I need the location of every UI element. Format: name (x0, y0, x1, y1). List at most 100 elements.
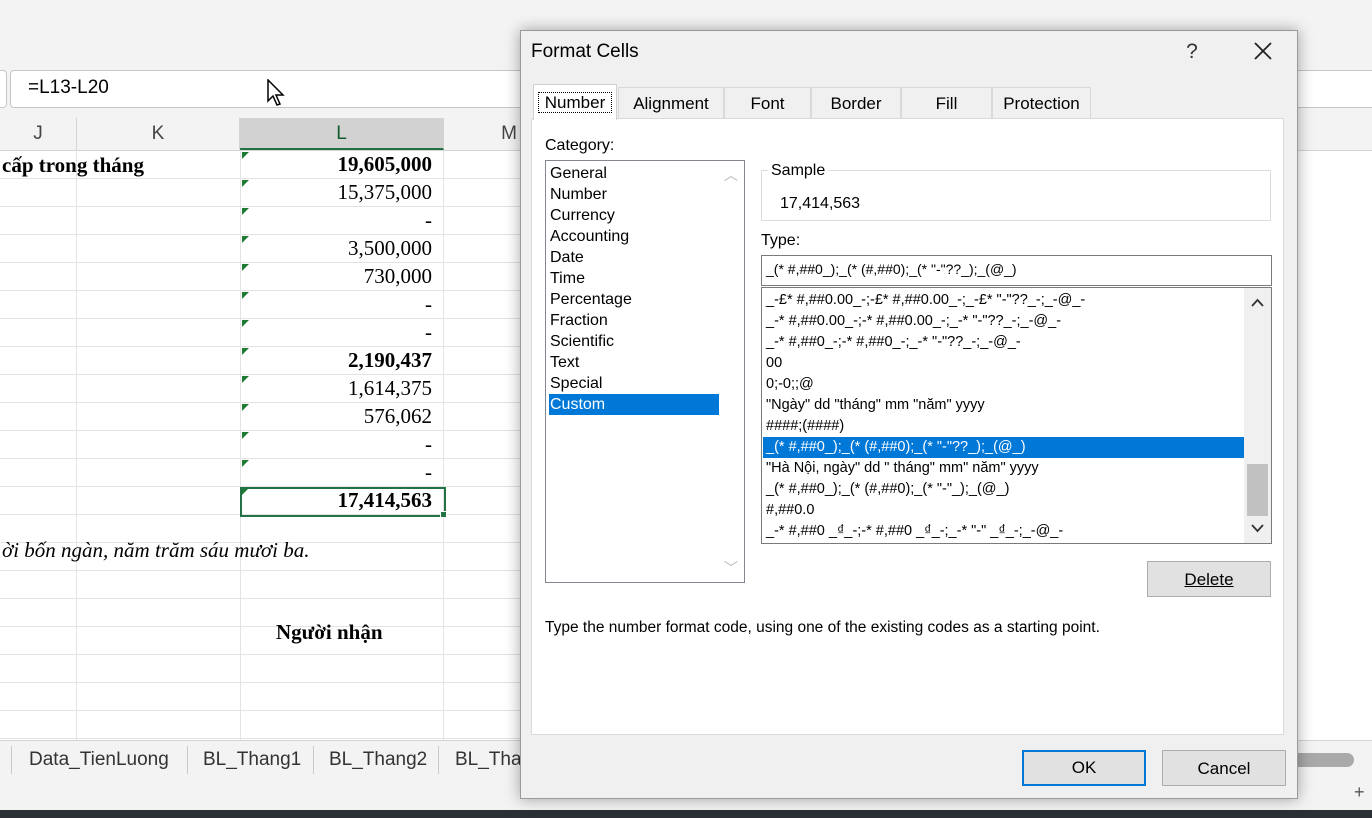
format-code-item[interactable]: ####;(####) (763, 416, 1244, 437)
tab-border[interactable]: Border (811, 87, 901, 118)
error-indicator-icon[interactable] (242, 320, 249, 327)
column-header-j[interactable]: J (0, 118, 77, 150)
error-indicator-icon[interactable] (242, 152, 249, 159)
gridline (0, 626, 520, 627)
gridline (443, 150, 444, 740)
gridline (0, 710, 520, 711)
error-indicator-icon[interactable] (242, 460, 249, 467)
format-code-item[interactable]: _(* #,##0_);_(* (#,##0);_(* "-"_);_(@_) (763, 479, 1244, 500)
tab-font[interactable]: Font (724, 87, 811, 118)
category-item-text[interactable]: Text (549, 352, 719, 373)
tab-number[interactable]: Number (533, 84, 617, 120)
gridline (0, 570, 520, 571)
sample-label: Sample (768, 162, 829, 180)
value-cell[interactable]: - (425, 320, 432, 345)
fill-handle[interactable] (440, 511, 447, 518)
tab-separator (11, 746, 12, 774)
amount-in-words: ời bốn ngàn, năm trăm sáu mươi ba. (2, 538, 310, 562)
category-item-fraction[interactable]: Fraction (549, 310, 719, 331)
row-heading-cell: cấp trong tháng (2, 153, 144, 177)
formula-text: =L13-L20 (28, 77, 109, 98)
sheet-tab-bl-thang1[interactable]: BL_Thang1 (203, 746, 301, 774)
value-cell[interactable]: 19,605,000 (338, 152, 433, 177)
tab-fill[interactable]: Fill (901, 87, 992, 118)
receiver-label: Người nhận (276, 620, 383, 644)
horizontal-scrollbar-thumb[interactable] (1290, 753, 1354, 767)
category-item-general[interactable]: General (549, 163, 719, 184)
category-label: Category: (545, 137, 615, 154)
error-indicator-icon[interactable] (242, 264, 249, 271)
zoom-in-icon[interactable]: + (1354, 782, 1365, 803)
format-code-item[interactable]: #,##0.0 (763, 500, 1244, 521)
format-code-item[interactable]: 00 (763, 353, 1244, 374)
value-cell[interactable]: 3,500,000 (348, 236, 432, 261)
tab-number-label: Number (537, 92, 613, 113)
dialog-title: Format Cells (531, 41, 639, 62)
tab-protection[interactable]: Protection (992, 87, 1091, 118)
error-indicator-icon[interactable] (242, 432, 249, 439)
sheet-tab-data-tienluong[interactable]: Data_TienLuong (29, 746, 169, 774)
category-item-accounting[interactable]: Accounting (549, 226, 719, 247)
category-item-percentage[interactable]: Percentage (549, 289, 719, 310)
value-cell[interactable]: 576,062 (364, 404, 432, 429)
delete-button-label: Delete (1184, 570, 1234, 589)
error-indicator-icon[interactable] (242, 348, 249, 355)
error-indicator-icon[interactable] (242, 208, 249, 215)
error-indicator-icon[interactable] (242, 292, 249, 299)
category-item-custom[interactable]: Custom (549, 394, 719, 415)
category-item-currency[interactable]: Currency (549, 205, 719, 226)
format-list-scroll-thumb[interactable] (1247, 464, 1268, 516)
taskbar (0, 810, 1372, 818)
mouse-pointer-icon (267, 79, 285, 106)
gridline (0, 290, 520, 291)
cancel-button[interactable]: Cancel (1162, 750, 1286, 786)
value-cell[interactable]: - (425, 208, 432, 233)
gridline (0, 262, 520, 263)
error-indicator-icon[interactable] (242, 404, 249, 411)
value-cell[interactable]: 15,375,000 (338, 180, 433, 205)
tab-alignment[interactable]: Alignment (618, 87, 724, 118)
value-cell[interactable]: - (425, 432, 432, 457)
name-box-edge[interactable] (0, 70, 7, 108)
category-scroll-down-icon[interactable]: ﹀ (722, 558, 740, 578)
format-code-item[interactable]: _-* #,##0 _₫_-;-* #,##0 _₫_-;_-* "-" _₫_… (763, 521, 1244, 542)
error-indicator-icon[interactable] (242, 236, 249, 243)
format-code-item[interactable]: "Ngày" dd "tháng" mm "năm" yyyy (763, 395, 1244, 416)
sheet-tab-bl-thang2[interactable]: BL_Thang2 (329, 746, 427, 774)
format-code-item[interactable]: _-* #,##0.00_-;-* #,##0.00_-;_-* "-"??_-… (763, 311, 1244, 332)
error-indicator-icon[interactable] (242, 376, 249, 383)
category-item-date[interactable]: Date (549, 247, 719, 268)
error-indicator-icon[interactable] (242, 180, 249, 187)
format-code-item[interactable]: _(* #,##0_);_(* (#,##0);_(* "-"??_);_(@_… (763, 437, 1244, 458)
format-code-item[interactable]: _-* #,##0_-;-* #,##0_-;_-* "-"??_-;_-@_- (763, 332, 1244, 353)
tab-separator (438, 746, 439, 774)
format-code-item[interactable]: "Hà Nội, ngày" dd " tháng" mm" năm" yyyy (763, 458, 1244, 479)
close-icon[interactable] (1246, 34, 1280, 68)
format-code-item[interactable]: _-£* #,##0.00_-;-£* #,##0.00_-;_-£* "-"?… (763, 290, 1244, 311)
ok-button[interactable]: OK (1022, 750, 1146, 786)
gridline (0, 598, 520, 599)
value-cell[interactable]: 2,190,437 (348, 348, 432, 373)
gridline (0, 430, 520, 431)
help-icon[interactable]: ? (1180, 38, 1204, 66)
active-cell-border[interactable] (240, 487, 446, 517)
delete-button[interactable]: Delete (1147, 561, 1271, 597)
gridline (0, 234, 520, 235)
category-item-scientific[interactable]: Scientific (549, 331, 719, 352)
column-header-k[interactable]: K (77, 118, 240, 150)
format-scroll-down-icon[interactable] (1244, 517, 1271, 539)
category-item-special[interactable]: Special (549, 373, 719, 394)
category-item-number[interactable]: Number (549, 184, 719, 205)
category-scroll-up-icon[interactable]: ︿ (722, 165, 740, 185)
value-cell[interactable]: 1,614,375 (348, 376, 432, 401)
column-header-l[interactable]: L (240, 118, 444, 150)
value-cell[interactable]: - (425, 292, 432, 317)
format-scroll-up-icon[interactable] (1244, 292, 1271, 314)
format-hint-text: Type the number format code, using one o… (545, 619, 1100, 636)
value-cell[interactable]: - (425, 460, 432, 485)
sample-value: 17,414,563 (780, 195, 861, 212)
type-input-value: _(* #,##0_);_(* (#,##0);_(* "-"??_);_(@_… (766, 261, 1017, 277)
category-item-time[interactable]: Time (549, 268, 719, 289)
format-code-item[interactable]: 0;-0;;@ (763, 374, 1244, 395)
value-cell[interactable]: 730,000 (364, 264, 432, 289)
